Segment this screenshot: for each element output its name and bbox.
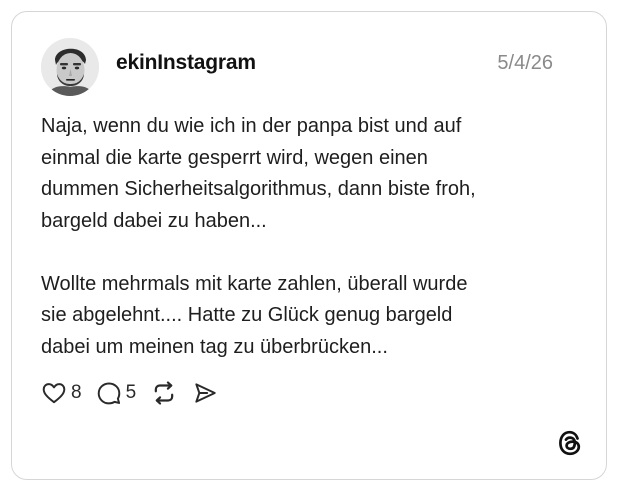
post-card: ekinInstagram 5/4/26 Naja, wenn du wie i… [11,11,607,480]
post-paragraph-1: Naja, wenn du wie ich in der panpa bist … [41,115,476,232]
threads-logo-icon [556,429,584,457]
repost-button[interactable] [150,379,178,407]
heart-icon [42,383,66,404]
share-button[interactable] [192,380,218,406]
comment-bubble-icon [97,382,120,405]
post-date: 5/4/26 [497,52,553,74]
action-bar: 8 5 [41,378,232,408]
avatar-photo [41,38,99,96]
username[interactable]: ekinInstagram [116,51,256,75]
post-body: Naja, wenn du wie ich in der panpa bist … [41,111,561,363]
send-icon [195,383,216,403]
reply-count: 5 [125,382,137,403]
like-button[interactable]: 8 [41,380,82,406]
avatar[interactable] [41,38,99,96]
repost-icon [154,381,174,405]
like-count: 8 [71,382,82,403]
reply-button[interactable]: 5 [96,380,137,406]
post-paragraph-2: Wollte mehrmals mit karte zahlen, überal… [41,272,468,358]
